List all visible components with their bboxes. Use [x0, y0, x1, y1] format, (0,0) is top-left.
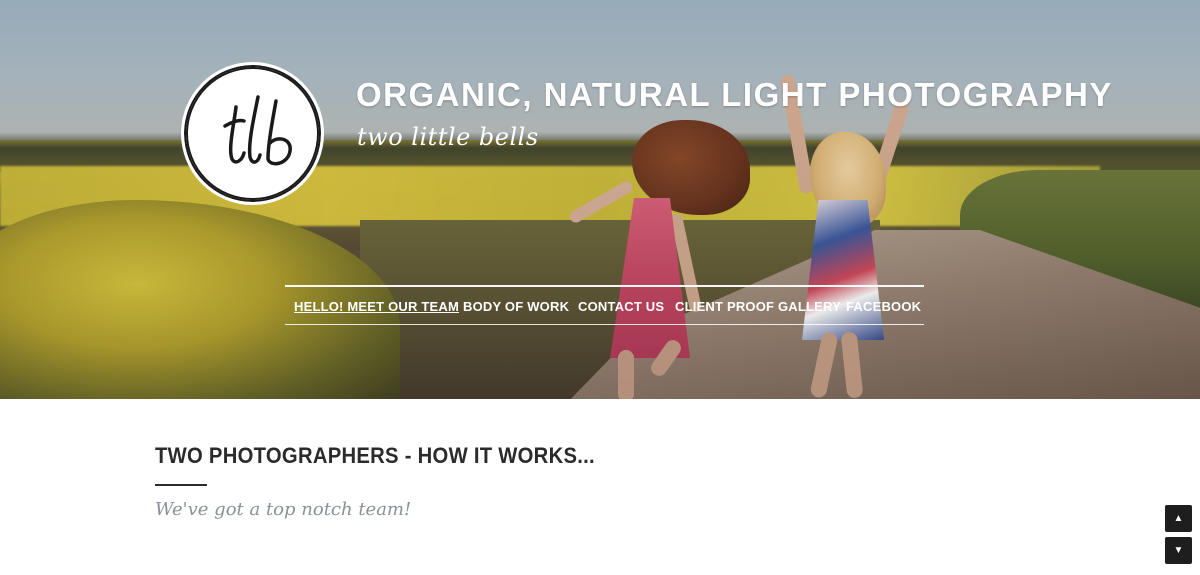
section-divider	[155, 484, 207, 486]
nav-item-contact-us[interactable]: CONTACT US	[578, 299, 664, 314]
nav-item-client-proof-gallery[interactable]: CLIENT PROOF GALLERY	[675, 299, 841, 314]
main-navigation: HELLO! MEET OUR TEAM BODY OF WORK CONTAC…	[285, 285, 924, 325]
logo-inner-ring	[186, 67, 319, 200]
hero-overlay	[0, 0, 1200, 399]
nav-item-meet-our-team[interactable]: HELLO! MEET OUR TEAM	[294, 299, 459, 314]
site-title: ORGANIC, NATURAL LIGHT PHOTOGRAPHY	[356, 76, 1113, 113]
nav-item-body-of-work[interactable]: BODY OF WORK	[463, 299, 569, 314]
scroll-up-button[interactable]: ▲	[1165, 505, 1192, 532]
section-heading: TWO PHOTOGRAPHERS - HOW IT WORKS...	[155, 443, 595, 468]
logo-monogram-icon	[222, 94, 292, 165]
nav-item-facebook[interactable]: FACEBOOK	[846, 299, 921, 314]
scroll-down-button[interactable]: ▼	[1165, 537, 1192, 564]
site-logo[interactable]	[181, 62, 324, 205]
section-subheading: We've got a top notch team!	[155, 499, 412, 520]
arrow-up-icon: ▲	[1173, 513, 1184, 524]
arrow-down-icon: ▼	[1173, 545, 1184, 556]
hero-banner	[0, 0, 1200, 399]
site-tagline: two little bells	[357, 123, 539, 151]
